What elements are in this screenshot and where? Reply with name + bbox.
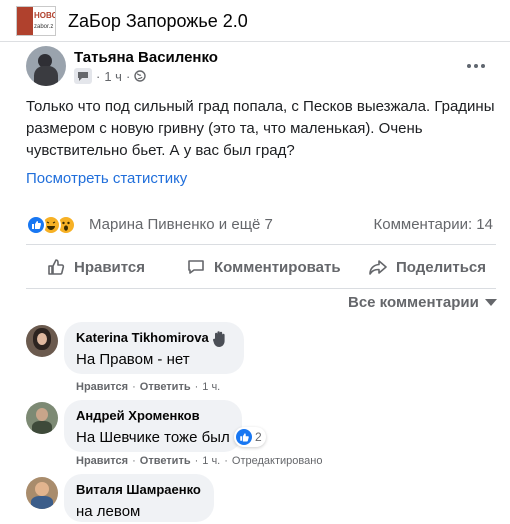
dot-separator: · — [132, 381, 136, 393]
logo-text-bottom: zabor.z — [34, 24, 54, 30]
like-button[interactable]: Нравится — [46, 254, 145, 280]
like-reaction-icon — [236, 429, 252, 445]
comment-count[interactable]: Комментарии: 14 — [374, 216, 494, 233]
view-stats-link[interactable]: Посмотреть статистику — [26, 170, 187, 187]
logo-text-top: НОВО — [34, 11, 56, 20]
group-logo[interactable]: НОВО zabor.z — [16, 6, 56, 36]
dot-separator: · — [194, 381, 199, 393]
dot-separator: · — [224, 455, 228, 467]
comment-bubble: Виталя Шамраенко на левом лупашит — [64, 474, 214, 524]
post-author[interactable]: Татьяна Василенко — [74, 49, 218, 66]
dot-separator: · — [132, 455, 136, 467]
commenter-name[interactable]: Виталя Шамраенко — [76, 482, 202, 498]
reaction-icons[interactable] — [26, 214, 76, 236]
reaction-count: 2 — [255, 430, 262, 444]
comment-text: на левом лупашит — [76, 503, 141, 524]
group-name[interactable]: ZaБор Запорожье 2.0 — [68, 11, 248, 32]
sort-label: Все комментарии — [348, 294, 479, 311]
like-reaction-icon — [26, 215, 46, 235]
comment-avatar[interactable] — [26, 477, 58, 509]
edited-label[interactable]: Отредактировано — [232, 455, 323, 467]
like-label: Нравится — [74, 258, 146, 276]
share-button[interactable]: Поделиться — [368, 254, 486, 280]
logo-accent — [17, 7, 33, 35]
globe-icon — [134, 70, 147, 82]
share-icon — [369, 260, 387, 275]
more-options-icon[interactable] — [460, 56, 492, 76]
comment-reply-link[interactable]: Ответить — [140, 455, 191, 467]
comment-bubble: Андрей Хроменков На Шевчике тоже был — [64, 400, 242, 452]
comment-actions: Нравится · Ответить · 1 ч. · Отредактиро… — [76, 455, 322, 467]
comment-reactions[interactable]: 2 — [234, 427, 266, 447]
post-actions: Нравится Комментировать Поделиться — [26, 254, 496, 280]
post-time[interactable]: 1 ч — [104, 69, 122, 84]
divider — [26, 244, 496, 245]
comment-button[interactable]: Комментировать — [186, 254, 341, 280]
comment-avatar[interactable] — [26, 325, 58, 357]
meta-separator: · — [96, 68, 101, 84]
commenter-name[interactable]: Андрей Хроменков — [76, 408, 230, 424]
commenter-name[interactable]: Katerina Tikhomirova — [76, 330, 232, 346]
waving-hand-icon — [212, 331, 225, 347]
post-meta: · 1 ч · — [74, 68, 147, 84]
divider-2 — [26, 288, 496, 289]
comment-reply-link[interactable]: Ответить — [140, 381, 191, 393]
meta-separator-2: · — [125, 68, 131, 84]
comment-time[interactable]: 1 ч. — [202, 381, 220, 393]
comment-like-link[interactable]: Нравится — [76, 381, 128, 393]
author-avatar[interactable] — [26, 46, 66, 86]
post-text: Только что под сильный град попала, с Пе… — [26, 98, 495, 159]
comment-text: На Правом - нет — [76, 351, 190, 368]
thumbs-up-icon — [48, 259, 65, 275]
comment-text: На Шевчике тоже был — [76, 429, 230, 446]
comment-avatar[interactable] — [26, 402, 58, 434]
reactors-text[interactable]: Марина Пивненко и ещё 7 — [89, 216, 273, 233]
dot-separator: · — [194, 455, 199, 467]
share-label: Поделиться — [396, 258, 487, 276]
group-chat-icon — [74, 68, 92, 84]
comment-label: Комментировать — [214, 258, 341, 276]
comment-like-link[interactable]: Нравится — [76, 455, 128, 467]
comment-actions: Нравится · Ответить · 1 ч. — [76, 381, 220, 393]
group-header: НОВО zabor.z ZaБор Запорожье 2.0 — [0, 0, 510, 42]
chevron-down-icon — [484, 299, 497, 306]
comment-icon — [188, 260, 204, 274]
comments-sort-dropdown[interactable]: Все комментарии — [348, 294, 497, 311]
comment-time[interactable]: 1 ч. — [202, 455, 220, 467]
